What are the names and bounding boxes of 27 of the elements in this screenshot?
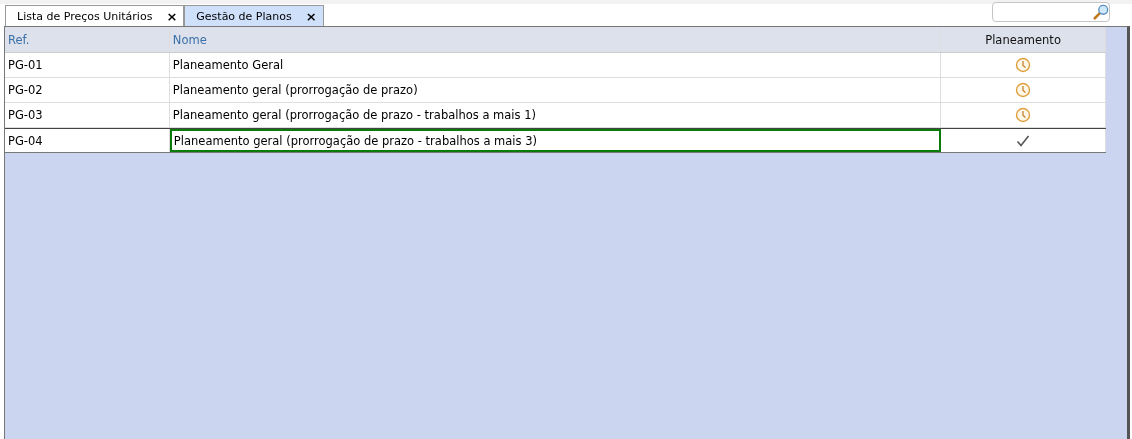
tab[interactable]: Lista de Preços Unitários × (5, 5, 185, 26)
tab[interactable]: Gestão de Planos × (184, 5, 324, 26)
table-cell: Planeamento geral (prorrogação de prazo - trabalhos a mais 1) (169, 103, 942, 127)
checkmark-icon (1016, 133, 1031, 148)
table-row[interactable]: PG-04 Planeamento geral (prorrogação de prazo - trabalhos a mais 3) (5, 128, 1106, 153)
column-header[interactable]: Ref. (5, 27, 170, 52)
search-field[interactable] (992, 2, 1110, 22)
table-cell: PG-01 (5, 53, 170, 77)
tab-label: Gestão de Planos (196, 9, 292, 23)
tab-label: Lista de Preços Unitários (17, 9, 153, 23)
close-icon[interactable]: × (166, 8, 178, 24)
table-cell: PG-02 (5, 78, 170, 102)
table-cell: Planeamento Geral (169, 53, 942, 77)
close-icon[interactable]: × (305, 8, 317, 24)
table-cell: PG-03 (5, 103, 170, 127)
table-row[interactable]: PG-01 Planeamento Geral (5, 53, 1106, 78)
clock-icon (1015, 107, 1032, 123)
search-icon (1093, 3, 1109, 21)
table-row[interactable]: PG-03 Planeamento geral (prorrogação de prazo - trabalhos a mais 1) (5, 103, 1106, 128)
table-row[interactable]: PG-02 Planeamento geral (prorrogação de prazo) (5, 78, 1106, 103)
clock-icon (1015, 57, 1032, 73)
clock-icon (1015, 82, 1032, 98)
table-cell: PG-04 (5, 129, 170, 152)
table-cell: Planeamento geral (prorrogação de prazo - trabalhos a mais 3) (169, 129, 942, 152)
column-header[interactable]: Nome (169, 27, 942, 52)
table-cell: Planeamento geral (prorrogação de prazo) (169, 78, 942, 102)
column-header[interactable]: Planeamento (941, 27, 1106, 52)
